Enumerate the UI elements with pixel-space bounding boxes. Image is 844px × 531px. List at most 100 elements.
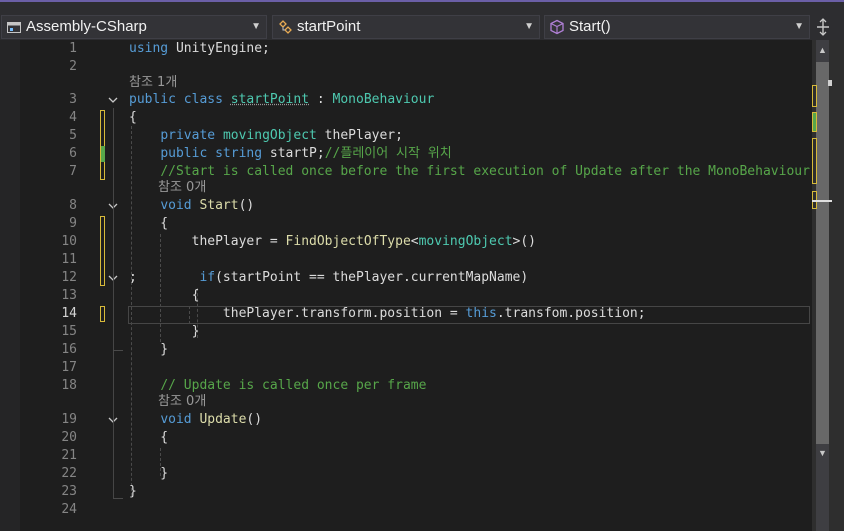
code-token: public	[160, 146, 208, 161]
line-number: 12	[61, 270, 77, 285]
fold-region-end	[113, 498, 123, 499]
code-line[interactable]: }	[129, 323, 200, 341]
fold-region-end	[113, 350, 123, 351]
code-line[interactable]: void Start()	[129, 197, 254, 215]
overview-change-marker	[812, 112, 817, 132]
code-line[interactable]: ; if(startPoint == thePlayer.currentMapN…	[129, 269, 528, 287]
code-token: thePlayer;	[316, 128, 403, 143]
type-dropdown-label: startPoint	[297, 18, 361, 35]
code-token: startP;	[262, 146, 325, 161]
line-number: 22	[61, 466, 77, 481]
code-token: void	[160, 412, 192, 427]
code-token: UnityEngine;	[168, 41, 270, 56]
member-dropdown-label: Start()	[569, 18, 611, 35]
code-line[interactable]: //Start is called once before the first …	[129, 163, 812, 181]
code-line[interactable]: using UnityEngine;	[129, 40, 270, 58]
code-line[interactable]: {	[129, 429, 168, 447]
line-number: 20	[61, 430, 77, 445]
code-token: }	[129, 484, 137, 499]
code-token: ()	[246, 412, 263, 427]
code-lens-references[interactable]: 참조 1개	[129, 75, 177, 91]
code-line[interactable]: // Update is called once per frame	[129, 377, 426, 395]
fold-chevron-icon[interactable]	[107, 94, 119, 106]
class-icon	[277, 19, 293, 35]
code-token: (startPoint == thePlayer.currentMapName)	[215, 270, 529, 285]
code-token: this	[465, 306, 497, 321]
line-number: 24	[61, 502, 77, 517]
type-dropdown[interactable]: startPoint ▼	[272, 15, 540, 39]
code-token: void	[160, 198, 192, 213]
vertical-scrollbar[interactable]: ▲ ▼	[812, 40, 844, 531]
code-token: class	[183, 92, 223, 107]
code-token: using	[129, 41, 169, 56]
scrollbar-thumb[interactable]	[816, 62, 829, 444]
code-token: {	[129, 288, 200, 303]
code-line[interactable]: }	[129, 483, 137, 501]
split-editor-icon[interactable]	[813, 15, 833, 39]
change-marker-unsaved	[100, 110, 105, 180]
change-marker-unsaved	[100, 216, 105, 286]
code-token: private	[160, 128, 216, 143]
overview-marker	[828, 80, 832, 86]
code-line[interactable]: private movingObject thePlayer;	[129, 127, 403, 145]
code-token: string	[215, 146, 263, 161]
code-token: ()	[238, 198, 255, 213]
line-number: 16	[61, 342, 77, 357]
code-lens-references[interactable]: 참조 0개	[158, 180, 206, 196]
code-line-current[interactable]: thePlayer.transform.position = this.tran…	[129, 305, 646, 323]
code-line[interactable]: {	[129, 215, 168, 233]
overview-caret-marker	[812, 200, 832, 202]
code-token: //Start is called once before the first …	[160, 164, 812, 179]
code-token: movingObject	[222, 128, 317, 143]
line-number: 3	[69, 92, 77, 107]
code-line[interactable]: {	[129, 287, 200, 305]
code-token: {	[129, 430, 169, 445]
code-editor[interactable]: 1 2 3 4 5 6 7 8 9 10 11 12 13 14 15 16 1…	[0, 40, 812, 531]
project-icon	[6, 19, 22, 35]
code-token: movingObject	[418, 234, 513, 249]
chevron-down-icon: ▼	[251, 21, 261, 32]
code-token: // Update is called once per frame	[160, 378, 427, 393]
code-line[interactable]: {	[129, 109, 137, 127]
project-dropdown[interactable]: Assembly-CSharp ▼	[1, 15, 267, 39]
code-line[interactable]: thePlayer = FindObjectOfType<movingObjec…	[129, 233, 536, 251]
code-token: Start	[199, 198, 239, 213]
line-number: 23	[61, 484, 77, 499]
line-number: 1	[69, 41, 77, 56]
code-token: }	[129, 324, 200, 339]
line-number: 18	[61, 378, 77, 393]
code-token: public	[129, 92, 176, 107]
code-line[interactable]: }	[129, 465, 168, 483]
code-line[interactable]: void Update()	[129, 411, 262, 429]
code-lens-references[interactable]: 참조 0개	[158, 394, 206, 410]
overview-change-marker	[812, 138, 817, 184]
code-token: FindObjectOfType	[285, 234, 411, 249]
scroll-up-arrow-icon[interactable]: ▲	[816, 44, 829, 56]
line-number: 2	[69, 59, 77, 74]
navigation-bar: Assembly-CSharp ▼ startPoint ▼ Start() ▼	[0, 0, 844, 40]
member-dropdown[interactable]: Start() ▼	[544, 15, 810, 39]
code-token: .transfom.position;	[496, 306, 646, 321]
line-number: 19	[61, 412, 77, 427]
line-number: 7	[69, 164, 77, 179]
code-line[interactable]: public string startP;//플레이어 시작 위치	[129, 145, 451, 163]
code-token: Update	[199, 412, 247, 427]
project-dropdown-label: Assembly-CSharp	[26, 18, 147, 35]
line-number-active: 14	[61, 306, 77, 321]
line-number: 4	[69, 110, 77, 125]
fold-region-line	[113, 214, 114, 350]
code-token: >()	[512, 234, 537, 249]
code-token: startPoint	[230, 92, 310, 107]
code-line[interactable]: public class startPoint : MonoBehaviour	[129, 91, 434, 109]
line-number: 6	[69, 146, 77, 161]
change-marker-saved	[101, 146, 105, 162]
code-line[interactable]: }	[129, 341, 168, 359]
line-number: 8	[69, 198, 77, 213]
scroll-down-arrow-icon[interactable]: ▼	[816, 447, 829, 459]
